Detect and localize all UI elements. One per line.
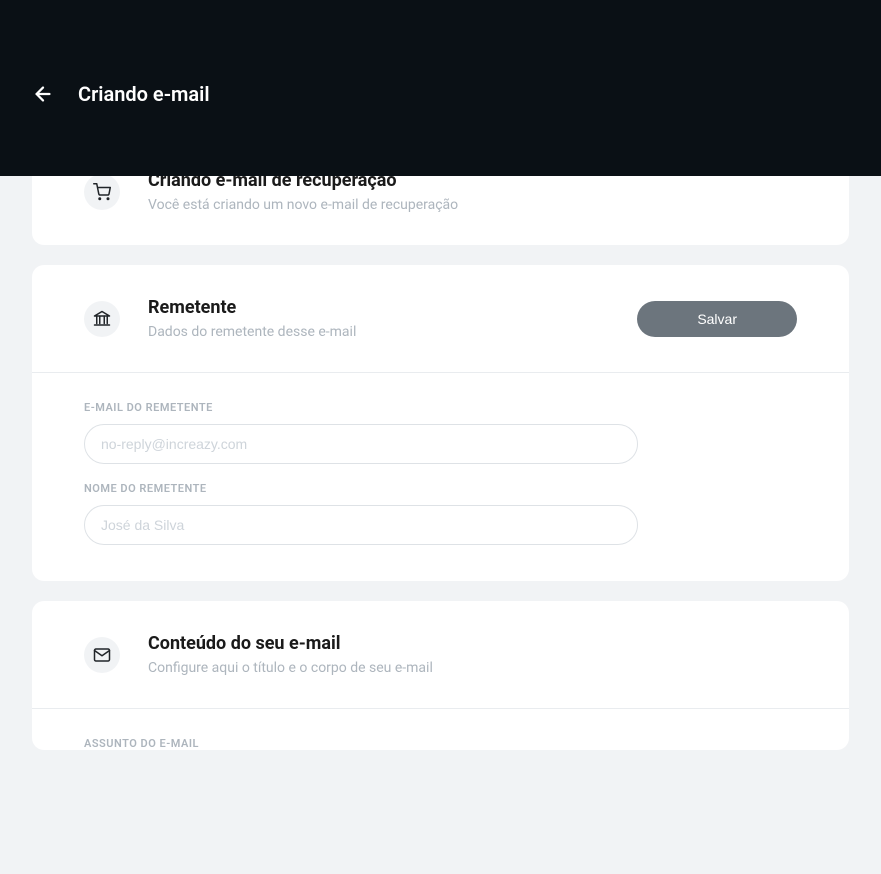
subject-label: ASSUNTO DO E-MAIL: [84, 737, 797, 750]
cart-icon: [84, 174, 120, 210]
sender-card: Remetente Dados do remetente desse e-mai…: [32, 265, 849, 581]
bank-icon: [84, 301, 120, 337]
sender-email-input[interactable]: [84, 424, 638, 464]
sender-name-input[interactable]: [84, 505, 638, 545]
page-title: Criando e-mail: [78, 82, 210, 106]
content-card: Conteúdo do seu e-mail Configure aqui o …: [32, 601, 849, 750]
page-header: Criando e-mail: [0, 0, 881, 176]
save-button[interactable]: Salvar: [637, 301, 797, 337]
sender-name-label: NOME DO REMETENTE: [84, 482, 797, 495]
envelope-icon: [84, 637, 120, 673]
content-subtitle: Configure aqui o título e o corpo de seu…: [148, 660, 433, 676]
sender-subtitle: Dados do remetente desse e-mail: [148, 324, 356, 340]
intro-subtitle: Você está criando um novo e-mail de recu…: [148, 197, 458, 213]
sender-email-label: E-MAIL DO REMETENTE: [84, 401, 797, 414]
content-title: Conteúdo do seu e-mail: [148, 633, 433, 654]
back-arrow-icon[interactable]: [32, 83, 54, 105]
sender-title: Remetente: [148, 297, 356, 318]
